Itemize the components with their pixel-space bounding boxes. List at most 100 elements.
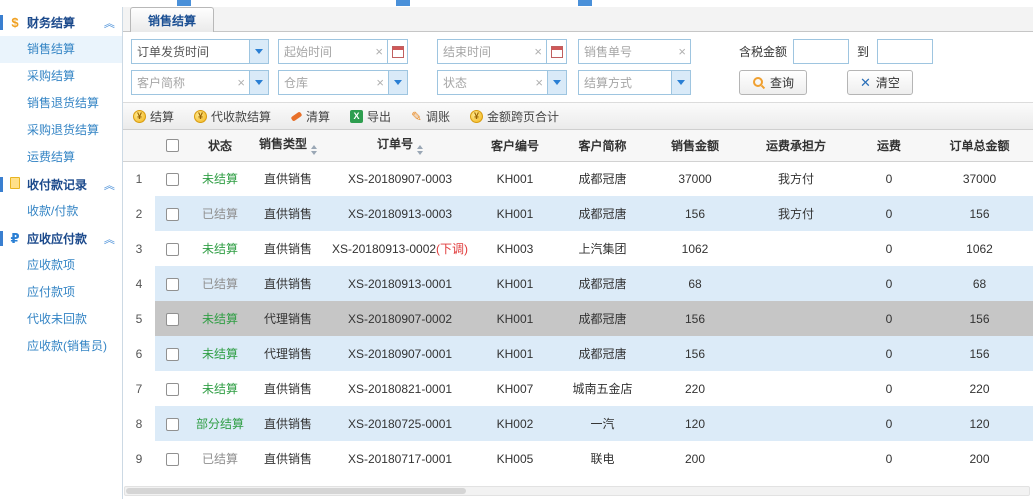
sidebar-item[interactable]: 收款/付款 xyxy=(0,198,122,225)
coin-icon: ¥ xyxy=(194,110,207,123)
tax-amount-from-field[interactable] xyxy=(794,45,848,59)
toolbar-button[interactable]: ¥金额跨页合计 xyxy=(470,108,559,125)
toolbar-button[interactable]: 清算 xyxy=(291,108,330,125)
chevron-down-icon[interactable] xyxy=(547,71,566,94)
tax-amount-from-input[interactable] xyxy=(793,39,849,64)
row-number: 4 xyxy=(123,266,155,301)
row-checkbox[interactable] xyxy=(166,418,179,431)
sidebar-group-header[interactable]: $财务结算《 xyxy=(0,9,122,36)
sidebar-item[interactable]: 运费结算 xyxy=(0,144,122,171)
table-row[interactable]: 7未结算直供销售XS-20180821-0001KH007城南五金店220022… xyxy=(123,371,1033,406)
order-total-cell: 1062 xyxy=(926,231,1033,266)
sidebar-group-header[interactable]: 收付款记录《 xyxy=(0,171,122,198)
tax-amount-to-field[interactable] xyxy=(878,45,932,59)
clear-x-icon[interactable]: × xyxy=(233,75,249,90)
column-header[interactable]: 状态 xyxy=(189,130,251,161)
row-checkbox[interactable] xyxy=(166,348,179,361)
table-row[interactable]: 2已结算直供销售XS-20180913-0003KH001成都冠唐156我方付0… xyxy=(123,196,1033,231)
column-header[interactable]: 运费 xyxy=(852,130,926,161)
toolbar-button[interactable]: ¥代收款结算 xyxy=(194,108,271,125)
calendar-icon[interactable] xyxy=(546,40,566,63)
clear-x-icon[interactable]: × xyxy=(531,75,547,90)
sidebar-item[interactable]: 采购结算 xyxy=(0,63,122,90)
row-checkbox[interactable] xyxy=(166,383,179,396)
sidebar-item[interactable]: 应付款项 xyxy=(0,279,122,306)
column-header[interactable]: 客户编号 xyxy=(475,130,555,161)
sidebar-item[interactable]: 代收未回款 xyxy=(0,306,122,333)
sort-icon[interactable] xyxy=(417,145,423,155)
table-row[interactable]: 8部分结算直供销售XS-20180725-0001KH002一汽1200120 xyxy=(123,406,1033,441)
chevron-down-icon[interactable] xyxy=(388,71,407,94)
sidebar-item[interactable]: 销售结算 xyxy=(0,36,122,63)
chevron-shape xyxy=(677,80,685,85)
clear-x-icon[interactable]: × xyxy=(372,75,388,90)
column-header[interactable]: 订单号 xyxy=(325,130,475,161)
customer-name-cell: 成都冠唐 xyxy=(555,161,650,196)
warehouse-combo[interactable]: × xyxy=(278,70,408,95)
row-checkbox[interactable] xyxy=(166,173,179,186)
customer-combo[interactable]: × xyxy=(131,70,269,95)
warehouse-field[interactable] xyxy=(279,76,372,90)
row-checkbox[interactable] xyxy=(166,453,179,466)
calendar-shape xyxy=(551,46,563,58)
customer-field[interactable] xyxy=(132,76,233,90)
sidebar-item[interactable]: 应收款(销售员) xyxy=(0,333,122,360)
collapse-chevron-icon[interactable]: 《 xyxy=(102,17,118,28)
clear-x-icon[interactable]: × xyxy=(674,44,690,59)
settle-method-combo[interactable] xyxy=(578,70,691,95)
collapse-chevron-icon[interactable]: 《 xyxy=(102,179,118,190)
settlement-table: 状态销售类型订单号客户编号客户简称销售金额运费承担方运费订单总金额 1未结算直供… xyxy=(123,130,1033,476)
sidebar-item[interactable]: 采购退货结算 xyxy=(0,117,122,144)
row-checkbox[interactable] xyxy=(166,278,179,291)
chevron-down-icon[interactable] xyxy=(249,71,268,94)
table-row[interactable]: 5未结算代理销售XS-20180907-0002KH001成都冠唐1560156 xyxy=(123,301,1033,336)
sales-no-input[interactable]: × xyxy=(578,39,691,64)
collapse-chevron-icon[interactable]: 《 xyxy=(102,233,118,244)
freight-bearer-cell xyxy=(740,371,852,406)
calendar-icon[interactable] xyxy=(387,40,407,63)
clear-x-icon[interactable]: × xyxy=(371,44,387,59)
scrollbar-thumb[interactable] xyxy=(126,488,466,494)
tab-sales-settlement[interactable]: 销售结算 xyxy=(130,7,214,32)
query-button[interactable]: 查询 xyxy=(739,70,807,95)
sidebar-group-header[interactable]: ₽应收应付款《 xyxy=(0,225,122,252)
status-combo[interactable]: × xyxy=(437,70,567,95)
status-field[interactable] xyxy=(438,76,531,90)
toolbar-button[interactable]: X导出 xyxy=(350,108,391,125)
sales-no-field[interactable] xyxy=(579,45,674,59)
sort-icon[interactable] xyxy=(311,145,317,155)
table-row[interactable]: 9已结算直供销售XS-20180717-0001KH005联电2000200 xyxy=(123,441,1033,476)
chevron-down-icon[interactable] xyxy=(249,40,268,63)
toolbar-button[interactable]: ✎调账 xyxy=(411,108,450,125)
clear-x-icon[interactable]: × xyxy=(530,44,546,59)
column-header[interactable]: 客户简称 xyxy=(555,130,650,161)
row-checkbox[interactable] xyxy=(166,243,179,256)
sidebar-item[interactable]: 应收款项 xyxy=(0,252,122,279)
row-checkbox[interactable] xyxy=(166,208,179,221)
column-header[interactable]: 销售金额 xyxy=(650,130,740,161)
select-all-checkbox[interactable] xyxy=(166,139,179,152)
column-header[interactable]: 销售类型 xyxy=(251,130,325,161)
settle-method-field[interactable] xyxy=(579,76,671,90)
column-header[interactable]: 订单总金额 xyxy=(926,130,1033,161)
row-checkbox[interactable] xyxy=(166,313,179,326)
start-time-field[interactable] xyxy=(279,45,371,59)
table-row[interactable]: 6未结算代理销售XS-20180907-0001KH001成都冠唐1560156 xyxy=(123,336,1033,371)
start-time-input[interactable]: × xyxy=(278,39,408,64)
select-all-header xyxy=(155,130,189,161)
top-strip-segment xyxy=(177,0,191,6)
end-time-field[interactable] xyxy=(438,45,530,59)
status-label: 已结算 xyxy=(202,452,238,466)
ship-time-select[interactable]: 订单发货时间 xyxy=(131,39,269,64)
chevron-down-icon[interactable] xyxy=(671,71,690,94)
end-time-input[interactable]: × xyxy=(437,39,567,64)
table-row[interactable]: 4已结算直供销售XS-20180913-0001KH001成都冠唐68068 xyxy=(123,266,1033,301)
tax-amount-to-input[interactable] xyxy=(877,39,933,64)
table-row[interactable]: 3未结算直供销售XS-20180913-0002(下调)KH003上汽集团106… xyxy=(123,231,1033,266)
column-header[interactable]: 运费承担方 xyxy=(740,130,852,161)
horizontal-scrollbar[interactable] xyxy=(124,486,1030,496)
toolbar-button[interactable]: ¥结算 xyxy=(133,108,174,125)
clear-button[interactable]: ✕ 清空 xyxy=(847,70,913,95)
table-row[interactable]: 1未结算直供销售XS-20180907-0003KH001成都冠唐37000我方… xyxy=(123,161,1033,196)
sidebar-item[interactable]: 销售退货结算 xyxy=(0,90,122,117)
